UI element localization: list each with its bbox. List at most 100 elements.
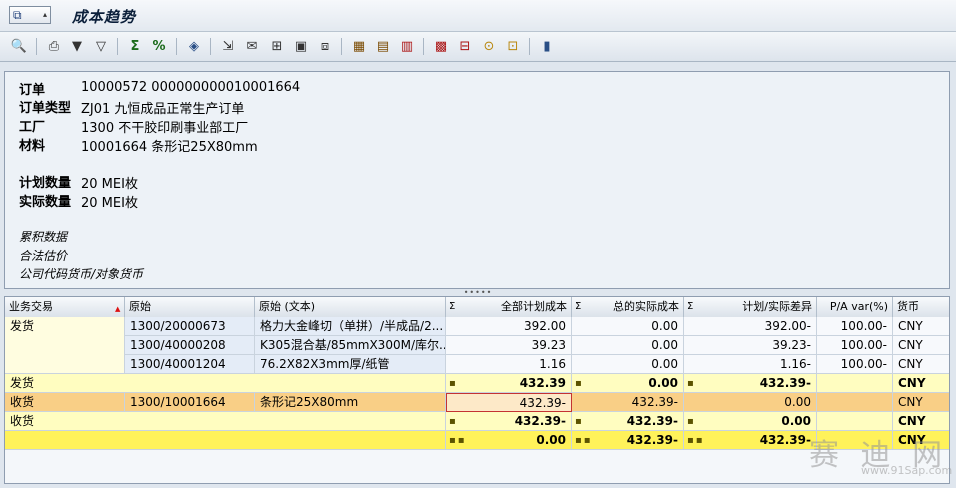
- sum-icon: Σ: [687, 301, 694, 312]
- sum-icon[interactable]: Σ: [126, 37, 144, 55]
- col-origin-text[interactable]: 原始 (文本): [255, 297, 446, 317]
- watermark: 赛 迪 网 www.91Sap.com: [805, 430, 952, 482]
- material-label: 材料: [19, 139, 46, 154]
- subtotal-receipt-pa-var[interactable]: [817, 412, 893, 431]
- actual-qty-label: 实际数量: [19, 195, 72, 210]
- filter-icon[interactable]: ▽: [92, 37, 110, 55]
- details-icon[interactable]: 🔍: [10, 37, 28, 55]
- grand-total-label[interactable]: [5, 431, 446, 450]
- row1-actual[interactable]: 0.00: [572, 317, 684, 336]
- order-value: 10000572 000000000010001664: [81, 80, 301, 95]
- row1-pa-var[interactable]: 100.00-: [817, 317, 893, 336]
- sort-indicator-icon: ▲: [115, 305, 121, 313]
- col-plan-actual-variance[interactable]: Σ 计划/实际差异: [684, 297, 817, 317]
- row1-origin-text[interactable]: 格力大金峰切（单拼）/半成品/2...: [255, 317, 446, 336]
- col-pa-var-percent[interactable]: P/A var(%): [817, 297, 893, 317]
- row1-origin[interactable]: 1300/20000673: [125, 317, 255, 336]
- row3-variance[interactable]: 1.16-: [684, 355, 817, 374]
- row2-currency[interactable]: CNY: [893, 336, 949, 355]
- receipt-pa-var[interactable]: [817, 393, 893, 412]
- col-business-transaction[interactable]: 业务交易 ▲: [5, 297, 125, 317]
- abc-analysis-icon[interactable]: ▣: [292, 37, 310, 55]
- row3-actual[interactable]: 0.00: [572, 355, 684, 374]
- receipt-txn[interactable]: 收货: [5, 393, 125, 412]
- currency-icon[interactable]: ⊟: [456, 37, 474, 55]
- application-toolbar: 🔍 ⎙ ▼ ▽ Σ % ◈ ⇲ ✉ ⊞ ▣ ⧈ ▦ ▤ ▥ ▩ ⊟ ⊙ ⊡ ▮: [0, 32, 956, 62]
- page-title: 成本趋势: [72, 8, 137, 26]
- subtotal-receipt-currency[interactable]: CNY: [893, 412, 949, 431]
- actual-qty-value: 20 MEI枚: [81, 196, 138, 211]
- subtotal-icon[interactable]: %: [150, 37, 168, 55]
- subtotal-receipt-variance[interactable]: ▪ 0.00: [684, 412, 817, 431]
- subtotal-marker-icon: ▪: [449, 416, 456, 427]
- dropdown-arrow-icon: ▴: [42, 10, 47, 19]
- row1-variance[interactable]: 392.00-: [684, 317, 817, 336]
- graphic-icon[interactable]: ⊞: [268, 37, 286, 55]
- row2-plan[interactable]: 39.23: [446, 336, 572, 355]
- receipt-plan-selected-cell[interactable]: 432.39-: [446, 393, 572, 412]
- row1-plan[interactable]: 392.00: [446, 317, 572, 336]
- set-filter-icon[interactable]: ▼: [68, 37, 86, 55]
- layout-icon[interactable]: ⧈: [316, 37, 334, 55]
- cumulative-data-text: 累积数据: [19, 230, 68, 244]
- subtotal-marker-icon: ▪: [449, 378, 456, 389]
- row2-origin[interactable]: 1300/40000208: [125, 336, 255, 355]
- print-icon[interactable]: ⎙: [45, 37, 63, 55]
- subtotal-issue-currency[interactable]: CNY: [893, 374, 949, 393]
- grand-total-plan[interactable]: ▪▪ 0.00: [446, 431, 572, 450]
- row3-origin-text[interactable]: 76.2X82X3mm厚/纸管: [255, 355, 446, 374]
- subtotal-marker-icon: ▪: [687, 416, 694, 427]
- row3-origin[interactable]: 1300/40001204: [125, 355, 255, 374]
- export-icon[interactable]: ⇲: [219, 37, 237, 55]
- row3-currency[interactable]: CNY: [893, 355, 949, 374]
- subtotal-receipt-actual[interactable]: ▪ 432.39-: [572, 412, 684, 431]
- row1-currency[interactable]: CNY: [893, 317, 949, 336]
- sum-icon: Σ: [449, 301, 456, 312]
- order-type-label: 订单类型: [19, 101, 72, 116]
- group-cell-issue[interactable]: 发货: [5, 317, 125, 374]
- col-total-plan-cost[interactable]: Σ 全部计划成本: [446, 297, 572, 317]
- subtotal-issue-pa-var[interactable]: [817, 374, 893, 393]
- row3-pa-var[interactable]: 100.00-: [817, 355, 893, 374]
- col-total-actual-cost[interactable]: Σ 总的实际成本: [572, 297, 684, 317]
- order-header-panel: 订单 10000572 000000000010001664 订单类型 ZJ01…: [4, 71, 950, 289]
- row2-variance[interactable]: 39.23-: [684, 336, 817, 355]
- subtotal-issue-variance[interactable]: ▪ 432.39-: [684, 374, 817, 393]
- save-layout-icon[interactable]: ▤: [374, 37, 392, 55]
- chart-icon[interactable]: ▮: [538, 37, 556, 55]
- col-currency[interactable]: 货币: [893, 297, 949, 317]
- receipt-origin[interactable]: 1300/10001664: [125, 393, 255, 412]
- currency-mode-text: 公司代码货币/对象货币: [19, 267, 144, 281]
- planned-qty-label: 计划数量: [19, 176, 72, 191]
- cost-components-icon[interactable]: ▩: [432, 37, 450, 55]
- receipt-origin-text[interactable]: 条形记25X80mm: [255, 393, 446, 412]
- receipt-currency[interactable]: CNY: [893, 393, 949, 412]
- subtotal-issue-label[interactable]: 发货: [5, 374, 446, 393]
- subtotal-receipt-plan[interactable]: ▪ 432.39-: [446, 412, 572, 431]
- legal-valuation-text: 合法估价: [19, 249, 68, 263]
- receipt-variance[interactable]: 0.00: [684, 393, 817, 412]
- subtotal-receipt-label[interactable]: 收货: [5, 412, 446, 431]
- subtotal-marker-icon: ▪: [575, 416, 582, 427]
- row3-plan[interactable]: 1.16: [446, 355, 572, 374]
- report-icon[interactable]: ⊡: [504, 37, 522, 55]
- row2-actual[interactable]: 0.00: [572, 336, 684, 355]
- panel-splitter[interactable]: •••••: [0, 289, 956, 297]
- subtotal-issue-plan[interactable]: ▪ 432.39: [446, 374, 572, 393]
- plant-value: 1300 不干胶印刷事业部工厂: [81, 121, 249, 136]
- settings-icon[interactable]: ⊙: [480, 37, 498, 55]
- change-layout-icon[interactable]: ▦: [350, 37, 368, 55]
- grand-total-actual[interactable]: ▪▪ 432.39-: [572, 431, 684, 450]
- receipt-actual[interactable]: 432.39-: [572, 393, 684, 412]
- display-variant-icon[interactable]: ◈: [185, 37, 203, 55]
- hierarchy-icon[interactable]: ▥: [398, 37, 416, 55]
- col-origin[interactable]: 原始: [125, 297, 255, 317]
- row2-pa-var[interactable]: 100.00-: [817, 336, 893, 355]
- material-value: 10001664 条形记25X80mm: [81, 140, 258, 155]
- system-menu-button[interactable]: ⧉ ▴: [9, 6, 51, 24]
- row2-origin-text[interactable]: K305混合基/85mmX300M/库尔...: [255, 336, 446, 355]
- subtotal-issue-actual[interactable]: ▪ 0.00: [572, 374, 684, 393]
- grand-total-variance[interactable]: ▪▪ 432.39-: [684, 431, 817, 450]
- plant-label: 工厂: [19, 120, 46, 135]
- send-icon[interactable]: ✉: [243, 37, 261, 55]
